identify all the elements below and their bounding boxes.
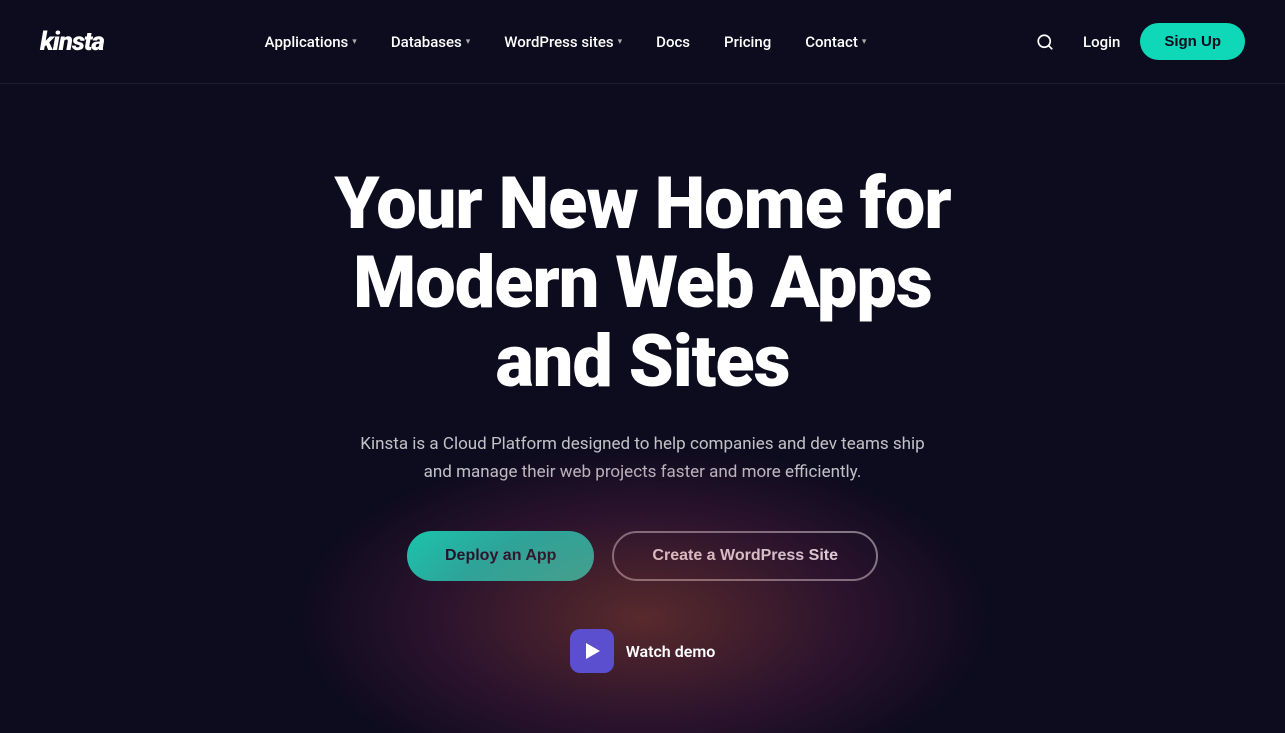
watch-demo-button[interactable]: Watch demo	[570, 629, 716, 673]
nav-item-wordpress-label: WordPress sites	[504, 33, 613, 51]
nav-item-wordpress[interactable]: WordPress sites ▾	[490, 25, 636, 59]
navbar: kinsta Applications ▾ Databases ▾ WordPr…	[0, 0, 1285, 84]
search-icon	[1036, 33, 1054, 51]
play-triangle-icon	[586, 643, 600, 659]
deploy-app-button[interactable]: Deploy an App	[407, 531, 594, 581]
nav-item-docs-label: Docs	[656, 33, 690, 51]
nav-item-pricing[interactable]: Pricing	[710, 25, 785, 59]
nav-links: Applications ▾ Databases ▾ WordPress sit…	[251, 25, 881, 59]
chevron-down-icon: ▾	[862, 37, 867, 47]
nav-item-databases[interactable]: Databases ▾	[377, 25, 484, 59]
chevron-down-icon: ▾	[352, 37, 357, 47]
logo[interactable]: kinsta	[40, 27, 104, 57]
nav-item-docs[interactable]: Docs	[642, 25, 704, 59]
nav-item-contact-label: Contact	[805, 33, 858, 51]
nav-item-applications[interactable]: Applications ▾	[251, 25, 371, 59]
hero-section: Your New Home for Modern Web Apps and Si…	[0, 84, 1285, 733]
nav-item-pricing-label: Pricing	[724, 33, 771, 51]
nav-item-databases-label: Databases	[391, 33, 462, 51]
signup-button[interactable]: Sign Up	[1140, 23, 1245, 60]
search-button[interactable]	[1027, 24, 1063, 60]
login-button[interactable]: Login	[1079, 25, 1124, 59]
create-wordpress-button[interactable]: Create a WordPress Site	[612, 531, 878, 581]
logo-text: kinsta	[40, 27, 104, 57]
watch-demo-label: Watch demo	[626, 642, 716, 661]
play-icon	[570, 629, 614, 673]
nav-item-contact[interactable]: Contact ▾	[791, 25, 880, 59]
chevron-down-icon: ▾	[466, 37, 471, 47]
hero-buttons: Deploy an App Create a WordPress Site	[407, 531, 878, 581]
hero-subtitle: Kinsta is a Cloud Platform designed to h…	[353, 430, 933, 488]
nav-right: Login Sign Up	[1027, 23, 1245, 60]
nav-item-applications-label: Applications	[265, 33, 349, 51]
chevron-down-icon: ▾	[618, 37, 623, 47]
hero-title: Your New Home for Modern Web Apps and Si…	[293, 164, 993, 402]
